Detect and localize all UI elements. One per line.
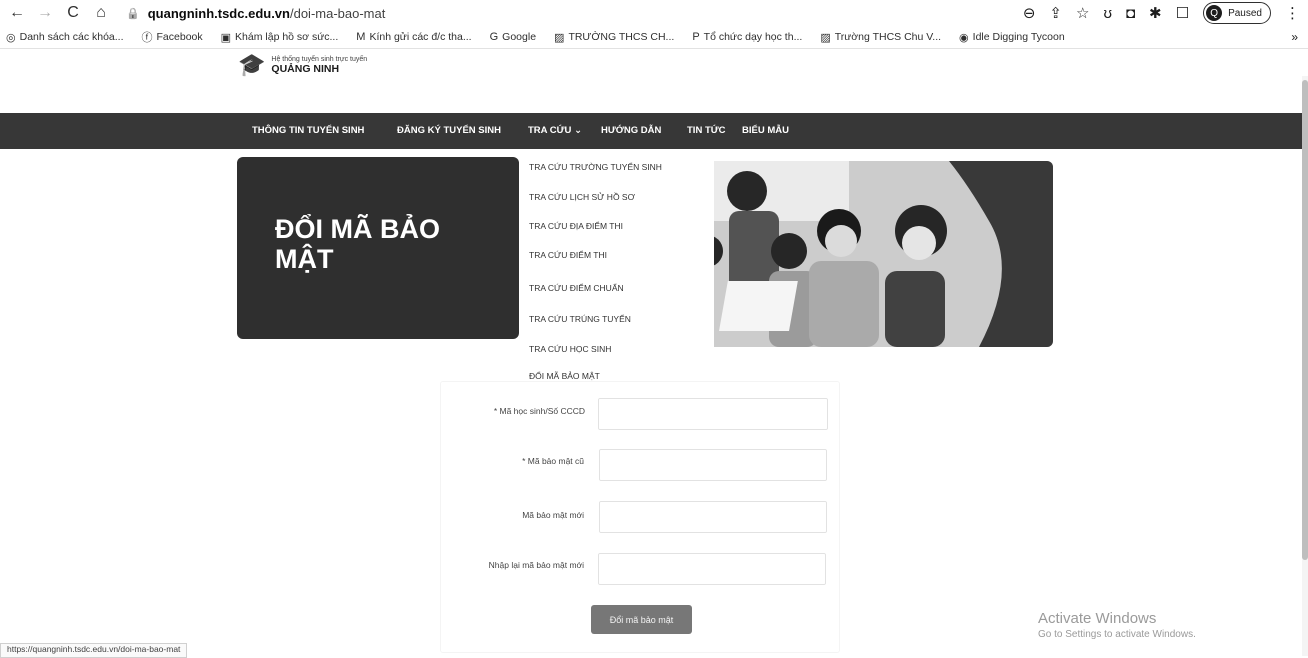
bookmark-item[interactable]: ▣ Khám lập hồ sơ sức... — [221, 31, 339, 44]
nav-huong-dan[interactable]: HƯỚNG DẪN — [601, 125, 661, 136]
page-title: ĐỔI MÃ BẢO MẬT — [275, 214, 440, 274]
site-logo[interactable]: 🎓 Hệ thống tuyển sinh trực tuyến QUẢNG N… — [238, 54, 367, 76]
nav-thong-tin-tuyen-sinh[interactable]: THÔNG TIN TUYỂN SINH — [252, 125, 364, 136]
more-bookmarks-icon[interactable]: » — [1291, 30, 1298, 44]
bookmark-item[interactable]: ⓕ Facebook — [142, 29, 203, 45]
nav-bieu-mau[interactable]: BIỂU MẪU — [742, 125, 789, 136]
game-icon: ◉ — [959, 31, 969, 44]
bookmark-item[interactable]: P Tổ chức dạy học th... — [692, 31, 802, 43]
dropdown-item[interactable]: TRA CỨU TRÚNG TUYỂN — [529, 314, 631, 324]
confirm-code-input[interactable] — [598, 553, 826, 585]
confirm-code-label: Nhập lại mã bảo mật mới — [488, 560, 584, 570]
dropdown-item[interactable]: TRA CỨU ĐIỂM THI — [529, 250, 607, 260]
address-bar[interactable]: 🔒 quangninh.tsdc.edu.vn /doi-ma-bao-mat — [126, 6, 385, 21]
bookmark-item[interactable]: G Google — [490, 31, 536, 43]
avatar: Q — [1206, 5, 1223, 21]
new-code-input[interactable] — [599, 501, 827, 533]
back-icon[interactable]: ← — [6, 2, 28, 24]
old-code-label: * Mã bảo mật cũ — [522, 456, 584, 466]
change-code-button[interactable]: Đổi mã bảo mật — [591, 605, 692, 634]
main-nav: THÔNG TIN TUYỂN SINH ĐĂNG KÝ TUYỂN SINH … — [0, 113, 1308, 149]
profile-button[interactable]: Q Paused — [1203, 2, 1271, 24]
student-id-input[interactable] — [598, 398, 828, 430]
nav-tra-cuu[interactable]: TRA CỨU ⌄ — [528, 125, 582, 136]
dropdown-item[interactable]: TRA CỨU HỌC SINH — [529, 344, 611, 354]
browser-toolbar: ← → C ⌂ 🔒 quangninh.tsdc.edu.vn /doi-ma-… — [0, 0, 1308, 26]
school-icon: ▨ — [554, 31, 565, 44]
school-icon: ▨ — [820, 31, 831, 44]
dropdown-item[interactable]: TRA CỨU ĐỊA ĐIỂM THI — [529, 221, 623, 231]
course-icon: ◎ — [6, 31, 16, 44]
chevron-down-icon: ⌄ — [574, 125, 583, 136]
bookmark-item[interactable]: ◉ Idle Digging Tycoon — [959, 31, 1065, 44]
toolbar-actions: ⊖ ⇪ ☆ ʊ ◘ ✱ ☐ Q Paused ⋮ — [1023, 2, 1300, 24]
logo-name: QUẢNG NINH — [271, 62, 340, 75]
bookmark-item[interactable]: ◎ Danh sách các khóa... — [6, 31, 124, 44]
old-code-input[interactable] — [599, 449, 827, 481]
bookmarks-bar: ◎ Danh sách các khóa... ⓕ Facebook ▣ Khám l… — [0, 26, 1308, 48]
graduation-cap-icon: 🎓 — [238, 52, 266, 77]
forward-icon[interactable]: → — [34, 2, 56, 24]
scrollbar-thumb[interactable] — [1302, 80, 1308, 560]
profile-status: Paused — [1228, 7, 1262, 19]
logo-subtitle: Hệ thống tuyển sinh trực tuyến — [271, 55, 368, 63]
reload-icon[interactable]: C — [62, 2, 84, 24]
facebook-icon: ⓕ — [141, 32, 153, 44]
extension-b-icon[interactable]: ◘ — [1126, 5, 1135, 22]
google-icon: G — [489, 31, 499, 43]
watermark-line1: Activate Windows — [1038, 610, 1157, 627]
watermark-line2: Go to Settings to activate Windows. — [1038, 629, 1196, 640]
doc-icon: ▣ — [220, 31, 232, 44]
nav-tin-tuc[interactable]: TIN TỨC — [687, 125, 726, 136]
sidepanel-icon[interactable]: ☐ — [1176, 4, 1189, 22]
star-icon[interactable]: ☆ — [1076, 4, 1089, 22]
menu-icon[interactable]: ⋮ — [1285, 4, 1300, 22]
url-path: /doi-ma-bao-mat — [289, 5, 386, 21]
students-photo — [689, 161, 1053, 347]
zoom-icon[interactable]: ⊖ — [1023, 4, 1036, 22]
puzzle-icon[interactable]: ✱ — [1149, 4, 1162, 22]
dropdown-item-active[interactable]: ĐỔI MÃ BẢO MẬT — [529, 371, 600, 381]
student-id-label: * Mã học sinh/Số CCCD — [493, 406, 585, 416]
home-icon[interactable]: ⌂ — [90, 2, 112, 24]
lock-icon: 🔒 — [126, 7, 140, 20]
divider — [0, 48, 1308, 49]
nav-tra-cuu-label: TRA CỨU — [528, 125, 572, 136]
share-icon[interactable]: ⇪ — [1049, 4, 1062, 22]
dropdown-item[interactable]: TRA CỨU TRƯỜNG TUYỂN SINH — [529, 162, 662, 172]
url-host: quangninh.tsdc.edu.vn — [147, 5, 290, 21]
bookmark-item[interactable]: ▨ Trường THCS Chu V... — [820, 31, 941, 44]
extension-icon[interactable]: ʊ — [1103, 5, 1112, 22]
dropdown-item[interactable]: TRA CỨU ĐIỂM CHUẨN — [529, 283, 624, 293]
gmail-icon: M — [356, 31, 366, 43]
new-code-label: Mã bảo mật mới — [522, 510, 584, 520]
bookmark-item[interactable]: M Kính gửi các đ/c tha... — [356, 31, 471, 43]
tra-cuu-dropdown: TRA CỨU TRƯỜNG TUYỂN SINH TRA CỨU LỊCH S… — [519, 150, 714, 382]
banner-photo — [689, 161, 1053, 347]
bookmark-item[interactable]: ▨ TRƯỜNG THCS CH... — [554, 31, 674, 44]
p-icon: P — [692, 31, 700, 43]
dropdown-item[interactable]: TRA CỨU LỊCH SỬ HỒ SƠ — [529, 192, 635, 202]
nav-dang-ky-tuyen-sinh[interactable]: ĐĂNG KÝ TUYỂN SINH — [397, 125, 501, 136]
activate-windows-watermark: Activate Windows Go to Settings to activ… — [1038, 610, 1196, 640]
banner-title-panel: ĐỔI MÃ BẢO MẬT — [237, 157, 519, 339]
